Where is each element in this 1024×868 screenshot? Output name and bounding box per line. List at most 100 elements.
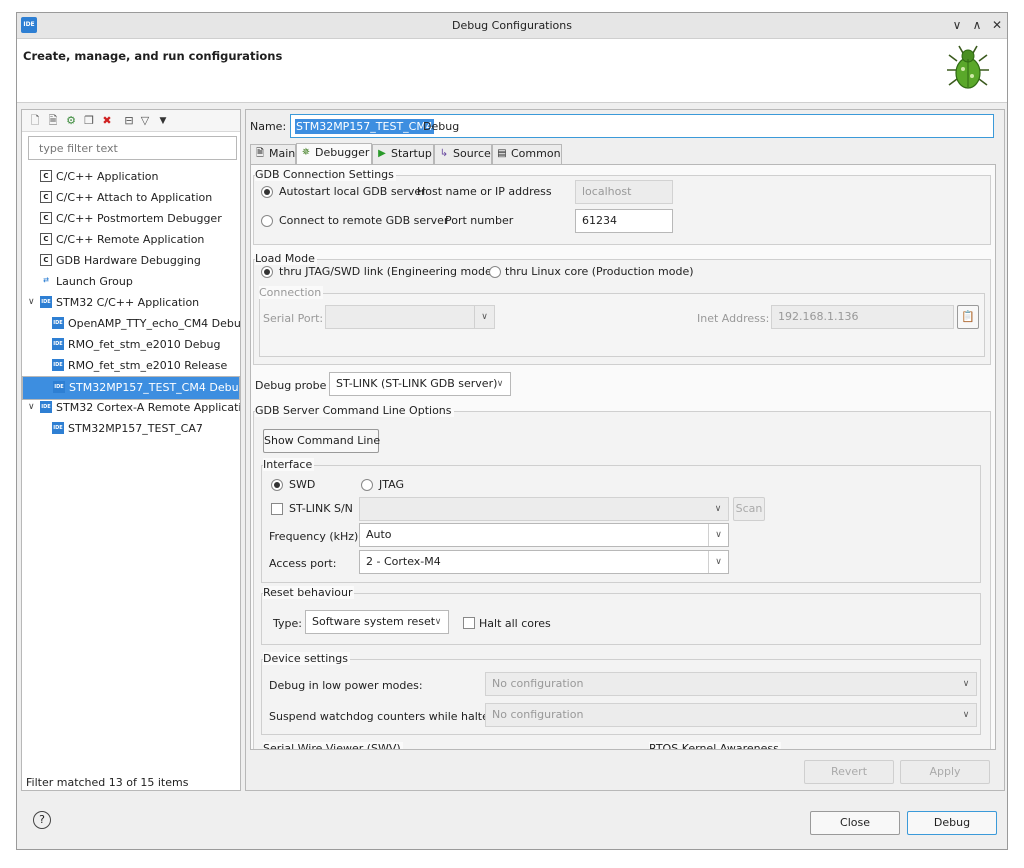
tree-item-label: STM32 Cortex-A Remote Application bbox=[56, 401, 240, 414]
halt-all-cores-checkbox[interactable] bbox=[463, 617, 475, 629]
tree-item-label: OpenAMP_TTY_echo_CM4 Debug bbox=[68, 317, 240, 330]
ide-icon: IDE bbox=[52, 338, 64, 350]
tab-main[interactable]: 🗎 Main bbox=[250, 144, 296, 164]
tab-startup[interactable]: ▶ Startup bbox=[372, 144, 434, 164]
low-power-select[interactable]: No configuration ∨ bbox=[485, 672, 977, 696]
tree-item[interactable]: C C/C++ Application bbox=[22, 166, 240, 187]
reset-type-label: Type: bbox=[273, 617, 302, 630]
access-port-label: Access port: bbox=[269, 557, 337, 570]
dialog-footer: ? Close Debug bbox=[17, 797, 1007, 849]
c-config-icon: C bbox=[40, 212, 52, 224]
tree-item[interactable]: C GDB Hardware Debugging bbox=[22, 250, 240, 271]
clipboard-icon[interactable]: 📋 bbox=[957, 305, 979, 329]
tree-item[interactable]: IDE RMO_fet_stm_e2010 Release bbox=[22, 355, 240, 376]
chevron-down-icon[interactable]: ∨ bbox=[28, 397, 35, 418]
chevron-down-icon[interactable]: ∨ bbox=[28, 292, 35, 313]
host-label: Host name or IP address bbox=[417, 185, 552, 198]
jtag-swd-label: thru JTAG/SWD link (Engineering mode) bbox=[279, 265, 496, 278]
connection-title: Connection bbox=[259, 286, 324, 299]
access-port-select[interactable]: 2 - Cortex-M4 ∨ bbox=[359, 550, 729, 574]
watchdog-label: Suspend watchdog counters while halted: bbox=[269, 710, 500, 723]
jtag-label: JTAG bbox=[379, 478, 404, 491]
tree-item[interactable]: IDE RMO_fet_stm_e2010 Debug bbox=[22, 334, 240, 355]
tree-item[interactable]: C C/C++ Postmortem Debugger bbox=[22, 208, 240, 229]
close-button[interactable]: Close bbox=[810, 811, 900, 835]
reset-type-select[interactable]: Software system reset ∨ bbox=[305, 610, 449, 634]
autostart-label: Autostart local GDB server bbox=[279, 185, 426, 198]
autostart-radio[interactable] bbox=[261, 186, 273, 198]
common-tab-icon: ▤ bbox=[497, 148, 507, 159]
tree-item[interactable]: C C/C++ Remote Application bbox=[22, 229, 240, 250]
chevron-down-icon: ∨ bbox=[496, 379, 504, 389]
help-icon[interactable]: ? bbox=[33, 811, 51, 829]
name-selected-text: STM32MP157_TEST_CM4 bbox=[295, 119, 434, 134]
maximize-icon[interactable]: ∧ bbox=[969, 17, 985, 33]
tree-item[interactable]: C C/C++ Attach to Application bbox=[22, 187, 240, 208]
port-input[interactable]: 61234 bbox=[575, 209, 673, 233]
configuration-tree-panel: 🗋 🗎 ⚙ ❐ ✖ ⊟ ▽ ▼ Filter matched 13 of 15 … bbox=[21, 109, 241, 791]
main-tab-icon: 🗎 bbox=[255, 148, 265, 159]
gdb-server-options-title: GDB Server Command Line Options bbox=[255, 404, 454, 417]
tree-item-label: GDB Hardware Debugging bbox=[56, 254, 201, 267]
swd-radio[interactable] bbox=[271, 479, 283, 491]
close-icon[interactable]: ✕ bbox=[989, 17, 1005, 33]
swv-group bbox=[261, 749, 645, 750]
duplicate-icon[interactable]: ❐ bbox=[82, 114, 96, 128]
tab-source[interactable]: ↳ Source bbox=[434, 144, 492, 164]
tab-common[interactable]: ▤ Common bbox=[492, 144, 562, 164]
startup-tab-icon: ▶ bbox=[378, 148, 386, 159]
name-input[interactable]: STM32MP157_TEST_CM4 Debug bbox=[290, 114, 994, 138]
debug-button[interactable]: Debug bbox=[907, 811, 997, 835]
load-mode-title: Load Mode bbox=[255, 252, 317, 265]
tree-item[interactable]: ⇄ Launch Group bbox=[22, 271, 240, 292]
jtag-radio[interactable] bbox=[361, 479, 373, 491]
tree-item[interactable]: ∨ IDE STM32 C/C++ Application bbox=[22, 292, 240, 313]
revert-button[interactable]: Revert bbox=[804, 760, 894, 784]
tree-toolbar: 🗋 🗎 ⚙ ❐ ✖ ⊟ ▽ ▼ bbox=[22, 110, 240, 132]
debug-probe-select[interactable]: ST-LINK (ST-LINK GDB server) ∨ bbox=[329, 372, 511, 396]
tree-item[interactable]: IDE OpenAMP_TTY_echo_CM4 Debug bbox=[22, 313, 240, 334]
host-input[interactable]: localhost bbox=[575, 180, 673, 204]
debug-configurations-dialog: IDE Debug Configurations ∨ ∧ ✕ Create, m… bbox=[16, 12, 1008, 850]
frequency-label: Frequency (kHz): bbox=[269, 530, 363, 543]
tree-item-label: RMO_fet_stm_e2010 Release bbox=[68, 359, 228, 372]
rtos-title: RTOS Kernel Awareness bbox=[649, 742, 781, 749]
c-config-icon: C bbox=[40, 254, 52, 266]
interface-title: Interface bbox=[263, 458, 315, 471]
tab-debugger[interactable]: ✵ Debugger bbox=[296, 143, 372, 165]
new-prototype-icon[interactable]: 🗎 bbox=[46, 114, 60, 128]
ide-icon: IDE bbox=[52, 359, 64, 371]
linux-core-label: thru Linux core (Production mode) bbox=[505, 265, 694, 278]
filter-input[interactable] bbox=[28, 136, 237, 160]
watchdog-select[interactable]: No configuration ∨ bbox=[485, 703, 977, 727]
stlink-sn-select[interactable]: ∨ bbox=[359, 497, 729, 521]
view-menu-icon[interactable]: ▼ bbox=[156, 114, 170, 128]
apply-button[interactable]: Apply bbox=[900, 760, 990, 784]
jtag-swd-radio[interactable] bbox=[261, 266, 273, 278]
minimize-icon[interactable]: ∨ bbox=[949, 17, 965, 33]
filter-icon[interactable]: ▽ bbox=[138, 114, 152, 128]
inet-address-input[interactable]: 192.168.1.136 bbox=[771, 305, 954, 329]
ide-icon: IDE bbox=[52, 422, 64, 434]
collapse-all-icon[interactable]: ⊟ bbox=[122, 114, 136, 128]
scan-button[interactable]: Scan bbox=[733, 497, 765, 521]
configuration-editor: Name: STM32MP157_TEST_CM4 Debug 🗎 Main ✵ D… bbox=[245, 109, 1005, 791]
export-icon[interactable]: ⚙ bbox=[64, 114, 78, 128]
tree-item[interactable]: IDE STM32MP157_TEST_CA7 bbox=[22, 418, 240, 439]
linux-core-radio[interactable] bbox=[489, 266, 501, 278]
delete-icon[interactable]: ✖ bbox=[100, 114, 114, 128]
show-command-line-button[interactable]: Show Command Line bbox=[263, 429, 380, 453]
halt-all-cores-label: Halt all cores bbox=[479, 617, 551, 630]
tree-item-label: STM32MP157_TEST_CM4 Debug bbox=[69, 381, 240, 394]
new-config-icon[interactable]: 🗋 bbox=[28, 114, 42, 128]
swv-title: Serial Wire Viewer (SWV) bbox=[263, 742, 403, 749]
dialog-header: Create, manage, and run configurations bbox=[17, 39, 1007, 103]
ide-icon: IDE bbox=[53, 381, 65, 393]
ide-icon: IDE bbox=[40, 401, 52, 413]
frequency-select[interactable]: Auto ∨ bbox=[359, 523, 729, 547]
source-tab-icon: ↳ bbox=[439, 148, 449, 159]
tree-item[interactable]: ∨ IDE STM32 Cortex-A Remote Application bbox=[22, 397, 240, 418]
connect-remote-radio[interactable] bbox=[261, 215, 273, 227]
stlink-sn-checkbox[interactable] bbox=[271, 503, 283, 515]
serial-port-select[interactable]: ∨ bbox=[325, 305, 495, 329]
